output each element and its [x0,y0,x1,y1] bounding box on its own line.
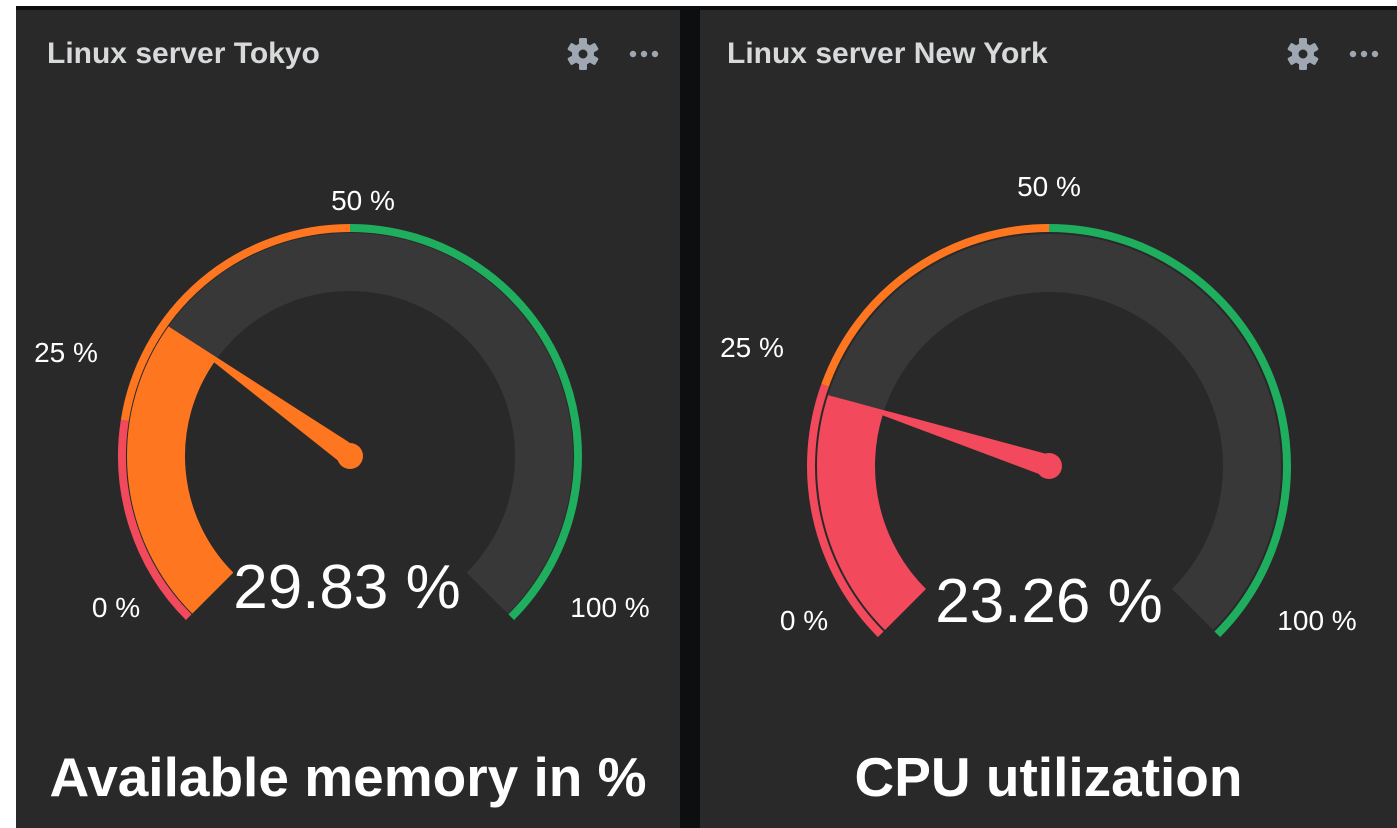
page-edge [0,0,16,828]
gauge-track [817,234,1281,631]
gauge-needle-hub [1036,453,1062,479]
gauge-track [127,233,573,614]
tick-label: 0 % [780,605,828,636]
tick-label: 0 % [92,592,140,623]
gauge-needle-hub [337,443,363,469]
gauge-value-text: 23.26 % [935,567,1163,636]
tick-label: 50 % [331,185,395,216]
tick-label: 100 % [1277,605,1356,636]
gauge: 0 % 25 % 50 % 100 % 23.26 % [720,171,1357,638]
gauge-panel-new-york[interactable]: Linux server New York 0 % 25 % 50 % 100 % 23… [700,10,1397,828]
tick-label: 50 % [1017,171,1081,202]
panel-gap [680,10,700,828]
gauge: 0 % 25 % 50 % 100 % 29.83 % [34,185,650,623]
panel-label: Available memory in % [49,746,647,808]
tick-label: 25 % [720,332,784,363]
gauge-value-bar [817,395,927,631]
panel-label: CPU utilization [854,746,1243,808]
gauge-value-bar [127,326,234,614]
tick-label: 100 % [570,592,649,623]
gauge-value-text: 29.83 % [233,553,461,622]
gauge-needle [170,327,357,465]
tick-label: 25 % [34,337,98,368]
gauge-panel-tokyo[interactable]: Linux server Tokyo 0 % 25 % 50 % 100 % 29.83… [16,10,680,828]
